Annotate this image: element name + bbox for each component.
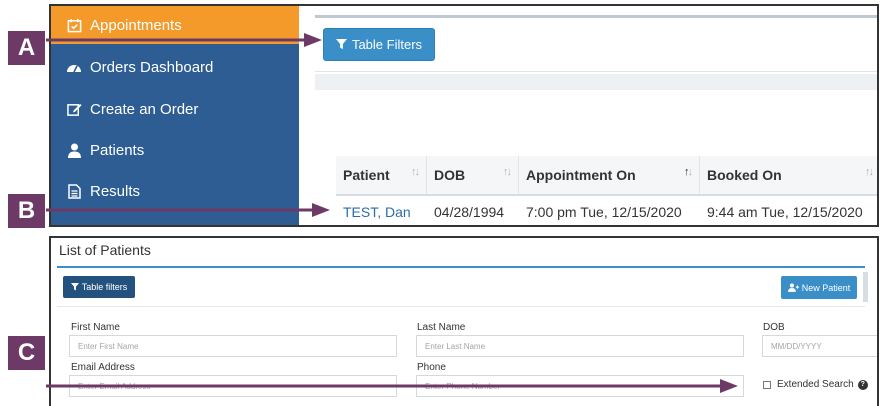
sidebar-item-orders-dashboard[interactable]: Orders Dashboard: [51, 48, 299, 86]
column-header-booked-on[interactable]: Booked On ↑↓: [700, 156, 877, 194]
callout-b: B: [8, 194, 45, 228]
extended-search-label: Extended Search: [777, 379, 854, 390]
sort-icon: ↑↓: [865, 166, 874, 178]
new-patient-button[interactable]: New Patient: [781, 276, 857, 299]
appointments-table: Patient ↑↓ DOB ↑↓ Appointment On ↑↓ Book…: [336, 156, 877, 225]
table-filters-label: Table filters: [81, 282, 128, 292]
booked-on-cell: 9:44 am Tue, 12/15/2020: [707, 204, 863, 220]
sidebar-item-results[interactable]: Results: [51, 172, 299, 210]
last-name-label: Last Name: [417, 322, 466, 333]
table-filters-button[interactable]: Table filters: [63, 276, 135, 298]
sidebar-item-create-order[interactable]: Create an Order: [51, 90, 299, 128]
patient-link[interactable]: TEST, Dan: [336, 196, 427, 225]
sidebar-item-label: Orders Dashboard: [90, 58, 214, 76]
appointment-on-cell: 7:00 pm Tue, 12/15/2020: [526, 204, 682, 220]
column-label: Appointment On: [526, 167, 636, 183]
filter-bar: Table Filters: [315, 18, 877, 72]
new-patient-label: New Patient: [801, 282, 851, 293]
appointments-main: Table Filters Patient ↑↓ DOB ↑↓ Appointm…: [299, 6, 877, 225]
sidebar-item-appointments[interactable]: Appointments: [51, 6, 299, 44]
filter-panel-band: [315, 74, 877, 90]
sidebar-item-label: Create an Order: [90, 100, 199, 118]
column-header-dob[interactable]: DOB ↑↓: [427, 156, 519, 194]
title-rule: [57, 266, 865, 268]
column-label: Patient: [343, 167, 390, 183]
edit-icon: [66, 101, 82, 117]
column-header-patient[interactable]: Patient ↑↓: [336, 156, 427, 194]
sort-icon: ↑↓: [503, 166, 512, 178]
callout-a: A: [8, 31, 45, 65]
column-label: DOB: [434, 167, 466, 183]
callout-c: C: [8, 336, 45, 370]
calendar-check-icon: [66, 17, 82, 33]
first-name-input[interactable]: [69, 335, 397, 357]
divider: [57, 306, 865, 307]
extended-search-checkbox[interactable]: [763, 380, 771, 389]
email-label: Email Address: [71, 362, 135, 373]
last-name-input[interactable]: [416, 335, 744, 357]
extended-search: Extended Search ?: [763, 379, 868, 390]
dob-cell: 04/28/1994: [434, 204, 505, 220]
appointments-screenshot: Appointments Orders Dashboard Create an …: [49, 4, 879, 227]
patients-screenshot: List of Patients Table filters New Patie…: [49, 236, 879, 406]
file-icon: [66, 183, 82, 199]
filter-icon: [70, 283, 79, 291]
first-name-label: First Name: [71, 322, 120, 333]
dashboard-icon: [66, 59, 82, 75]
scrollbar[interactable]: [863, 272, 868, 302]
sidebar-item-label: Appointments: [90, 16, 182, 34]
dob-input[interactable]: [762, 335, 877, 357]
column-label: Booked On: [707, 167, 782, 183]
help-icon[interactable]: ?: [857, 379, 868, 390]
add-user-icon: [787, 283, 799, 292]
email-field[interactable]: [69, 375, 397, 397]
phone-field[interactable]: [416, 375, 744, 397]
table-row: TEST, Dan 04/28/1994 7:00 pm Tue, 12/15/…: [336, 196, 877, 225]
sidebar-item-patients[interactable]: Patients: [51, 131, 299, 169]
page-title: List of Patients: [59, 242, 151, 258]
sort-icon: ↑↓: [411, 166, 420, 178]
dob-label: DOB: [763, 322, 785, 333]
table-filters-label: Table Filters: [351, 37, 423, 52]
filter-icon: [335, 39, 347, 50]
table-header: Patient ↑↓ DOB ↑↓ Appointment On ↑↓ Book…: [336, 156, 877, 196]
table-filters-button[interactable]: Table Filters: [323, 28, 435, 61]
sort-ascending-icon: ↑↓: [684, 166, 693, 178]
sidebar: Appointments Orders Dashboard Create an …: [51, 6, 299, 225]
column-header-appointment-on[interactable]: Appointment On ↑↓: [519, 156, 700, 194]
phone-label: Phone: [417, 362, 446, 373]
sidebar-item-label: Results: [90, 182, 141, 200]
user-icon: [66, 142, 82, 158]
sidebar-item-label: Patients: [90, 141, 145, 159]
